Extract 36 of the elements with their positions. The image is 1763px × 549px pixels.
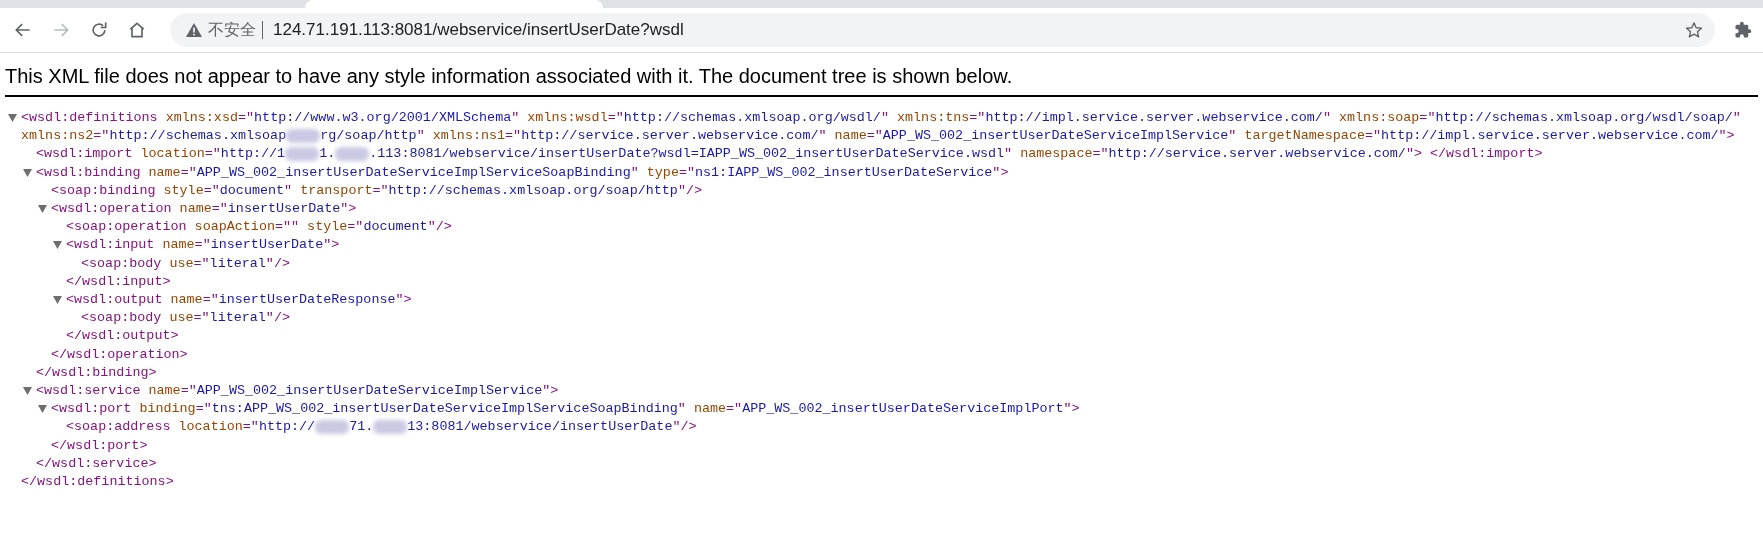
collapse-triangle-icon[interactable] [23,387,32,396]
notice-text: This XML file does not appear to have any style information associated with it. The document tree is shown below. [5,63,1758,97]
warning-icon[interactable] [186,23,202,37]
reload-icon[interactable] [89,20,109,40]
xml-tag-text: <wsdl:operation name="insertUserDate"> [51,200,358,218]
xml-closing-tag: </wsdl:operation> [51,345,188,364]
xml-tag-text: <soap:body use="literal"/> [81,309,291,328]
xml-closing-tag: </wsdl:output> [66,327,179,346]
xml-tag-text: <soap:address location="http:// 71. 13:8081/webservice/insertUserDate"/> [66,418,698,437]
xml-tag-text: <wsdl:import location="http://1 1. .113:8081/webservice/insertUserDate?wsdl=IAPP_WS_002_insertUserDateService.wsdl" namespace="http://service.server.webservice.com/"> </wsdl:import> [36,145,1544,164]
xml-tag-text: <wsdl:output name="insertUserDateResponse"> [66,291,413,310]
star-icon[interactable] [1685,21,1703,39]
xml-closing-tag: </wsdl:input> [66,272,171,292]
home-icon[interactable] [127,20,147,40]
xml-closing-tag: </wsdl:service> [36,454,157,474]
collapse-triangle-icon[interactable] [53,241,62,250]
collapse-triangle-icon[interactable] [38,205,47,213]
collapse-triangle-icon[interactable] [8,114,17,122]
address-bar[interactable]: 不安全 124.71.191.113:8081/webservice/insertUserDate?wsdl [170,13,1715,47]
xml-closing-tag: </wsdl:binding> [36,363,157,383]
xml-tag-text: <wsdl:binding name="APP_WS_002_insertUserDateServiceImplServiceSoapBinding" type="ns1:IAPP_WS_002_insertUserDateService"> [36,163,1010,182]
xml-tag-text: <wsdl:definitions xmlns:xsd="http://www.w3.org/2001/XMLSchema" xmlns:wsdl="http://schemas.xmlsoap.org/wsdl/" xmlns:tns="http://impl.service.server.webservice.com/" xmlns:soap="http://schemas.xmlsoap.org/wsdl/soap/" xmlns:ns2="http://schemas.xmlsoap rg/soap/http" xmlns:ns1="http://service.server.webservice.com/" name="APP_WS_002_insertUserDateServiceImplService" targetNamespace="http://impl.service.server.webservice.com/"> [21,109,1742,146]
puzzle-icon[interactable] [1734,21,1752,39]
security-label: 不安全 [208,20,256,40]
xml-tag-text: <soap:operation soapAction="" style="document"/> [66,218,453,237]
url-text: 124.71.191.113:8081/webservice/insertUserDate?wsdl [273,19,684,42]
xml-tag-text: <wsdl:service name="APP_WS_002_insertUserDateServiceImplService"> [36,382,560,401]
xml-tag-text: <wsdl:port binding="tns:APP_WS_002_insertUserDateServiceImplServiceSoapBinding" name="APP_WS_002_insertUserDateServiceImplPort"> [51,400,1081,419]
xml-closing-tag: </wsdl:definitions> [21,473,174,492]
xml-tag-text: <soap:body use="literal"/> [81,254,291,273]
collapse-triangle-icon[interactable] [53,296,62,305]
collapse-triangle-icon[interactable] [23,168,32,177]
xml-tag-text: <wsdl:input name="insertUserDate"> [66,236,341,255]
xml-tag-text: <soap:binding style="document" transport="http://schemas.xmlsoap.org/soap/http"/> [51,181,703,200]
collapse-triangle-icon[interactable] [38,405,47,414]
xml-closing-tag: </wsdl:port> [51,436,148,455]
